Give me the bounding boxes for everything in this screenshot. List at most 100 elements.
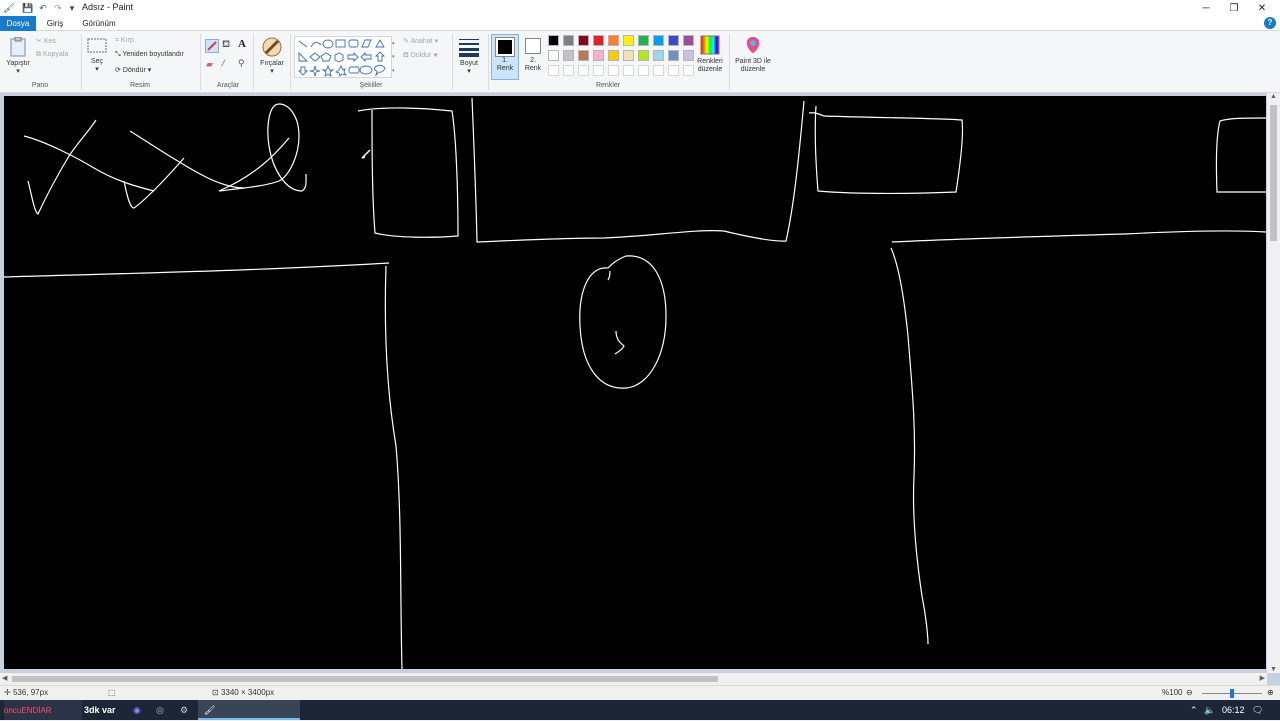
palette-swatch[interactable] xyxy=(653,50,664,61)
palette-swatch[interactable] xyxy=(593,35,604,46)
taskbar-app-stream[interactable]: oncuENDİAR xyxy=(4,700,82,720)
stroke xyxy=(129,130,245,189)
tab-file[interactable]: Dosya xyxy=(0,16,36,31)
scroll-down-icon[interactable]: ▼ xyxy=(1270,666,1277,673)
palette-swatch[interactable] xyxy=(578,65,589,76)
copy-button[interactable]: ⧉ Kopyala xyxy=(36,51,68,59)
eraser-tool[interactable]: ▰ xyxy=(206,59,213,70)
palette-swatch[interactable] xyxy=(593,65,604,76)
palette-swatch[interactable] xyxy=(668,65,679,76)
tab-home[interactable]: Giriş xyxy=(40,16,70,31)
palette-swatch[interactable] xyxy=(683,35,694,46)
paste-button[interactable]: Yapıştır ▾ xyxy=(4,36,32,76)
paste-label: Yapıştır xyxy=(6,60,30,67)
tray-expand-icon[interactable]: ⌃ xyxy=(1190,700,1198,720)
crosshair-icon: ✛ xyxy=(4,688,11,697)
divider xyxy=(488,34,489,90)
steam-icon[interactable]: ⚙ xyxy=(180,700,188,720)
palette-swatch[interactable] xyxy=(683,65,694,76)
eyedropper-icon: ⁄ xyxy=(223,58,225,68)
palette-swatch[interactable] xyxy=(653,35,664,46)
palette-swatch[interactable] xyxy=(623,65,634,76)
palette-swatch[interactable] xyxy=(548,50,559,61)
palette-swatch[interactable] xyxy=(623,50,634,61)
palette-swatch[interactable] xyxy=(608,50,619,61)
horizontal-scroll-thumb[interactable] xyxy=(12,676,718,682)
palette-swatch[interactable] xyxy=(593,50,604,61)
palette-swatch[interactable] xyxy=(668,50,679,61)
palette-swatch[interactable] xyxy=(563,50,574,61)
drawing-strokes xyxy=(3,97,1267,670)
rotate-button[interactable]: ⟳ Döndür ▾ xyxy=(115,66,151,74)
color2-button[interactable]: 2. Renk xyxy=(521,34,545,73)
zoom-out-button[interactable]: ⊖ xyxy=(1186,688,1193,697)
edit-colors-button[interactable]: Renkleri düzenle xyxy=(694,35,726,74)
cursor-position-text: 536, 97px xyxy=(12,688,49,697)
crop-button[interactable]: ⌗ Kırp xyxy=(115,37,134,45)
select-button[interactable]: Seç ▾ xyxy=(86,37,108,74)
color-palette xyxy=(548,35,696,79)
magnifier-tool[interactable]: ⚲ xyxy=(238,58,245,69)
brushes-button[interactable]: Fırçalar ▾ xyxy=(258,37,286,76)
palette-swatch[interactable] xyxy=(683,50,694,61)
shapes-gallery[interactable] xyxy=(294,36,392,78)
palette-swatch[interactable] xyxy=(638,35,649,46)
palette-swatch[interactable] xyxy=(578,35,589,46)
vertical-scrollbar[interactable]: ▲ ▼ xyxy=(1267,93,1280,673)
divider xyxy=(253,34,254,90)
customize-quick-access-icon[interactable]: ▾ xyxy=(66,2,78,14)
chrome-icon[interactable]: ◎ xyxy=(156,700,164,720)
discord-icon[interactable]: ◉ xyxy=(133,700,141,720)
color2-label-2: Renk xyxy=(524,65,542,72)
palette-swatch[interactable] xyxy=(578,50,589,61)
palette-swatch[interactable] xyxy=(563,65,574,76)
pencil-tool[interactable] xyxy=(205,39,219,53)
palette-swatch[interactable] xyxy=(563,35,574,46)
tab-view[interactable]: Görünüm xyxy=(76,16,122,31)
minimize-button[interactable]: ─ xyxy=(1192,0,1220,16)
paint-taskbar-button[interactable]: 🖌 xyxy=(198,700,300,720)
zoom-slider[interactable] xyxy=(1202,689,1262,698)
color1-button[interactable]: 1. Renk xyxy=(491,34,519,80)
palette-swatch[interactable] xyxy=(608,35,619,46)
scroll-left-icon[interactable]: ◀ xyxy=(2,674,7,682)
cut-button[interactable]: ✂ Kes xyxy=(36,37,56,45)
close-button[interactable]: ✕ xyxy=(1248,0,1276,16)
scroll-right-icon[interactable]: ▶ xyxy=(1260,674,1265,682)
color-picker-tool[interactable]: ⁄ xyxy=(223,58,225,68)
text-tool[interactable]: A xyxy=(238,38,246,50)
palette-swatch[interactable] xyxy=(623,35,634,46)
redo-icon[interactable]: ↷ xyxy=(52,2,64,14)
fill-tool[interactable]: ⛾ xyxy=(222,39,230,52)
edit-with-paint3d-button[interactable]: Paint 3D ile düzenle xyxy=(731,35,775,74)
outline-button[interactable]: ✎ Anahat ▾ xyxy=(403,37,438,45)
resize-button[interactable]: ⤡ Yeniden boyutlandır xyxy=(115,51,184,59)
undo-icon[interactable]: ↶ xyxy=(37,2,49,14)
drawing-canvas[interactable] xyxy=(3,96,1267,670)
horizontal-scrollbar[interactable]: ◀ ▶ xyxy=(0,673,1267,685)
stroke xyxy=(384,265,403,670)
zoom-percent: %100 xyxy=(1162,688,1183,697)
vertical-scroll-thumb[interactable] xyxy=(1270,105,1277,241)
notifications-icon[interactable]: 🗨 xyxy=(1252,700,1263,720)
shapes-scroll[interactable]: ▴ ▾ ▾ xyxy=(392,36,397,78)
zoom-in-button[interactable]: ⊕ xyxy=(1267,688,1274,697)
palette-swatch[interactable] xyxy=(653,65,664,76)
color2-label-1: 2. xyxy=(530,57,536,64)
clock[interactable]: 06:12 xyxy=(1222,700,1245,720)
scroll-up-icon[interactable]: ▲ xyxy=(1270,93,1277,100)
save-icon[interactable]: 💾 xyxy=(22,2,34,14)
size-button[interactable]: Boyut ▾ xyxy=(456,37,482,76)
zoom-slider-thumb[interactable] xyxy=(1230,689,1234,698)
palette-swatch[interactable] xyxy=(548,65,559,76)
palette-swatch[interactable] xyxy=(638,50,649,61)
palette-swatch[interactable] xyxy=(548,35,559,46)
speaker-icon[interactable]: 🔈 xyxy=(1204,700,1215,720)
palette-swatch[interactable] xyxy=(608,65,619,76)
maximize-button[interactable]: ❐ xyxy=(1220,0,1248,16)
select-label: Seç xyxy=(90,58,104,65)
palette-swatch[interactable] xyxy=(668,35,679,46)
palette-swatch[interactable] xyxy=(638,65,649,76)
fill-button[interactable]: ⛾ Doldur ▾ xyxy=(403,51,438,60)
help-icon[interactable]: ? xyxy=(1264,17,1276,29)
